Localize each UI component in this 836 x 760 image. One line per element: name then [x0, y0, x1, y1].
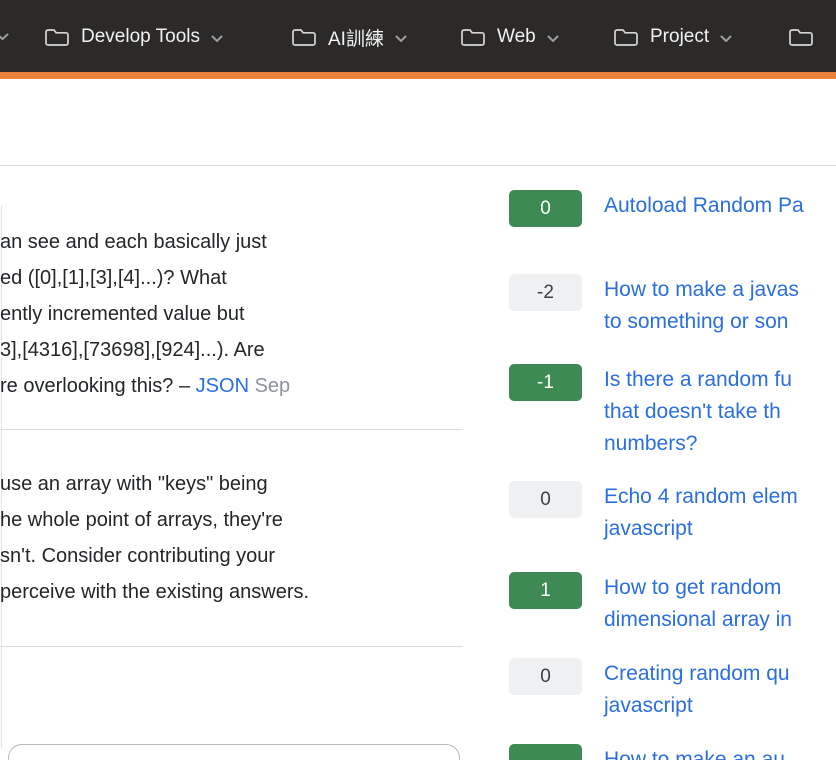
folder-icon	[460, 27, 486, 48]
related-question[interactable]: -1 Is there a random fu that doesn't tak…	[509, 364, 792, 460]
bookmark-label: AI訓練	[328, 24, 384, 51]
related-question-link[interactable]: How to get random	[604, 572, 792, 604]
bookmark-folder-ai-training[interactable]: AI訓練	[291, 22, 407, 52]
related-question-link[interactable]: Is there a random fu	[604, 364, 792, 396]
comment-text: ently incremented value but	[0, 296, 470, 332]
comment-text: he whole point of arrays, they're	[0, 502, 470, 538]
bookmark-label: Develop Tools	[81, 26, 200, 48]
related-question-link[interactable]: that doesn't take th	[604, 396, 792, 428]
comment-text: an see and each basically just	[0, 224, 470, 260]
comment-text: ed ([0],[1],[3],[4]...)? What	[0, 260, 470, 296]
related-question[interactable]: 0 Creating random qu javascript	[509, 658, 790, 722]
related-question[interactable]: 0 Echo 4 random elem javascript	[509, 481, 798, 545]
chevron-down-icon[interactable]	[0, 33, 9, 41]
related-question-link[interactable]: dimensional array in	[604, 604, 792, 636]
bookmark-folder-develop-tools[interactable]: Develop Tools	[44, 22, 223, 52]
comment-author-link[interactable]: JSON	[196, 375, 249, 397]
related-question-link[interactable]: Creating random qu	[604, 658, 790, 690]
related-question-link[interactable]: Autoload Random Pa	[604, 190, 804, 222]
vote-count-badge: -2	[509, 274, 582, 311]
related-question[interactable]: -2 How to make a javas to something or s…	[509, 274, 799, 338]
related-question-link[interactable]: Echo 4 random elem	[604, 481, 798, 513]
related-question-link[interactable]: javascript	[604, 513, 798, 545]
related-question-link[interactable]: to something or son	[604, 306, 799, 338]
vote-count-badge	[509, 744, 582, 760]
vote-count-badge: 0	[509, 481, 582, 518]
vote-count-badge: 0	[509, 658, 582, 695]
comment-date: Sep	[249, 375, 290, 397]
related-question[interactable]: How to make an au	[509, 744, 785, 760]
comment-text: 3],[4316],[73698],[924]...). Are	[0, 332, 470, 368]
comment-last-line: re overlooking this? – JSON Sep	[0, 368, 470, 404]
comment-text: sn't. Consider contributing your	[0, 538, 470, 574]
comment: an see and each basically just ed ([0],[…	[0, 224, 470, 404]
comment-text: use an array with "keys" being	[0, 466, 470, 502]
related-question[interactable]: 0 Autoload Random Pa	[509, 190, 804, 227]
related-question[interactable]: 1 How to get random dimensional array in	[509, 572, 792, 636]
comment-divider	[0, 646, 463, 647]
vote-count-badge: 1	[509, 572, 582, 609]
related-question-link[interactable]: How to make an au	[604, 744, 785, 760]
related-question-link[interactable]: How to make a javas	[604, 274, 799, 306]
comment-text: re overlooking this? –	[0, 375, 196, 397]
folder-icon	[44, 27, 70, 48]
comment-divider	[0, 429, 463, 430]
related-questions-list: 0 Autoload Random Pa -2 How to make a ja…	[509, 0, 836, 760]
vote-count-badge: -1	[509, 364, 582, 401]
page: Develop Tools AI訓練 Web	[0, 0, 836, 760]
comment-input-box[interactable]	[8, 744, 460, 760]
related-question-link[interactable]: numbers?	[604, 428, 792, 460]
comment-text: perceive with the existing answers.	[0, 574, 470, 610]
comment: use an array with "keys" being he whole …	[0, 466, 470, 610]
related-question-link[interactable]: javascript	[604, 690, 790, 722]
chevron-down-icon	[211, 35, 223, 43]
chevron-down-icon	[395, 35, 407, 43]
folder-icon	[291, 27, 317, 48]
vote-count-badge: 0	[509, 190, 582, 227]
